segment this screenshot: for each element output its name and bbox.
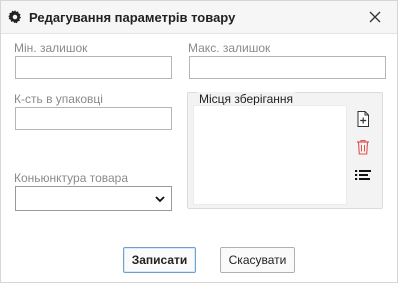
min-stock-input[interactable] [15, 56, 172, 79]
chevron-down-icon [155, 196, 165, 203]
edit-product-params-dialog: Редагування параметрів товару Мін. залиш… [0, 0, 398, 283]
pack-qty-input[interactable] [15, 107, 172, 130]
dialog-title: Редагування параметрів товару [29, 10, 236, 25]
delete-icon[interactable] [354, 138, 372, 156]
max-stock-label: Макс. залишок [188, 41, 271, 55]
list-icon[interactable] [354, 166, 372, 184]
cancel-button[interactable]: Скасувати [220, 247, 295, 273]
title-bar: Редагування параметрів товару [1, 1, 397, 34]
add-document-icon[interactable] [354, 110, 372, 128]
gear-icon [8, 10, 22, 24]
max-stock-input[interactable] [189, 56, 386, 79]
conjuncture-label: Коньюнктура товара [14, 171, 129, 185]
min-stock-label: Мін. залишок [14, 41, 88, 55]
storage-locations-list[interactable] [193, 105, 347, 205]
pack-qty-label: К-сть в упаковці [14, 92, 103, 106]
storage-locations-legend: Місця зберігання [197, 92, 296, 106]
save-button[interactable]: Записати [123, 247, 196, 273]
conjuncture-select[interactable] [15, 186, 172, 211]
close-icon[interactable] [367, 9, 383, 25]
